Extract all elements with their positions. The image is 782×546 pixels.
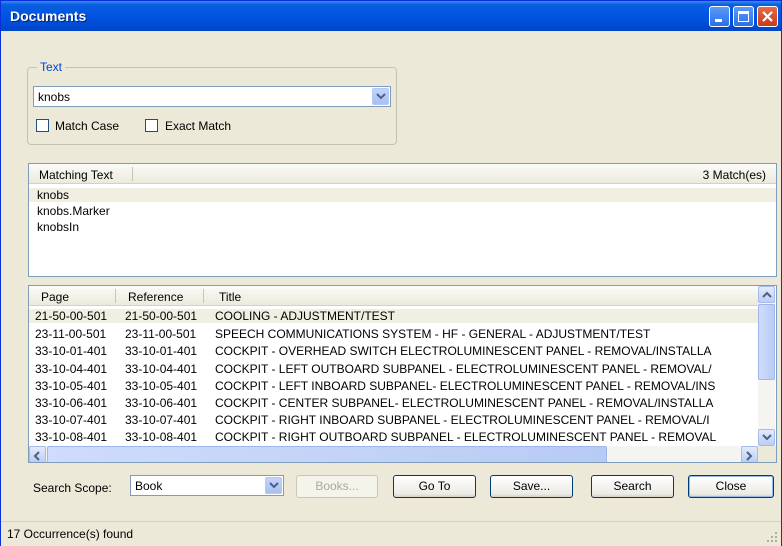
- match-case-checkbox[interactable]: [36, 119, 49, 132]
- horizontal-scroll-thumb[interactable]: [47, 446, 607, 462]
- maximize-icon: [738, 11, 749, 22]
- column-separator: [203, 289, 204, 303]
- search-scope-select[interactable]: Book: [130, 475, 284, 496]
- go-to-button[interactable]: Go To: [393, 475, 476, 498]
- window-title: Documents: [10, 8, 87, 24]
- resize-grip-icon[interactable]: [766, 531, 778, 543]
- save-button[interactable]: Save...: [490, 475, 573, 498]
- selected-row-highlight: [29, 188, 776, 202]
- minimize-button[interactable]: [709, 6, 730, 27]
- maximize-button[interactable]: [733, 6, 754, 27]
- chevron-down-icon: [762, 434, 772, 441]
- cell-title: COCKPIT - CENTER SUBPANEL- ELECTROLUMINE…: [215, 396, 714, 410]
- search-scope-label: Search Scope:: [33, 481, 112, 495]
- chevron-down-icon: [269, 482, 279, 489]
- cell-page: 33-10-06-401: [35, 396, 108, 410]
- cell-title: SPEECH COMMUNICATIONS SYSTEM - HF - GENE…: [215, 327, 651, 341]
- title-bar[interactable]: Documents: [1, 1, 781, 31]
- cell-page: 33-10-05-401: [35, 379, 108, 393]
- cell-page: 33-10-08-401: [35, 430, 108, 444]
- close-window-button[interactable]: [757, 6, 778, 27]
- cell-reference: 33-10-08-401: [125, 430, 198, 444]
- close-icon: [762, 11, 773, 22]
- vertical-scroll-thumb[interactable]: [758, 304, 775, 380]
- cell-reference: 33-10-04-401: [125, 362, 198, 376]
- column-separator: [132, 167, 133, 181]
- cell-title: COCKPIT - OVERHEAD SWITCH ELECTROLUMINES…: [215, 344, 712, 358]
- cell-page: 33-10-01-401: [35, 344, 108, 358]
- cell-title: COCKPIT - RIGHT INBOARD SUBPANEL - ELECT…: [215, 413, 710, 427]
- search-text-dropdown-button[interactable]: [372, 88, 389, 105]
- cell-reference: 21-50-00-501: [125, 309, 198, 323]
- cell-title: COOLING - ADJUSTMENT/TEST: [215, 309, 396, 323]
- horizontal-scrollbar[interactable]: [29, 446, 758, 462]
- cell-reference: 23-11-00-501: [125, 327, 197, 341]
- status-text: 17 Occurrence(s) found: [7, 527, 134, 541]
- scrollbar-corner: [758, 446, 776, 462]
- chevron-left-icon: [33, 451, 40, 461]
- books-button[interactable]: Books...: [296, 475, 378, 498]
- cell-title: COCKPIT - RIGHT OUTBOARD SUBPANEL - ELEC…: [215, 430, 717, 444]
- exact-match-label: Exact Match: [165, 119, 232, 133]
- chevron-up-icon: [762, 291, 772, 298]
- list-item[interactable]: knobsIn: [37, 221, 79, 233]
- matching-text-header: Matching Text 3 Match(es): [29, 164, 776, 184]
- close-button[interactable]: Close: [688, 475, 774, 498]
- match-count: 3 Match(es): [702, 168, 766, 182]
- list-item[interactable]: knobs.Marker: [37, 205, 110, 217]
- scroll-right-button[interactable]: [741, 446, 758, 462]
- cell-reference: 33-10-05-401: [125, 379, 198, 393]
- column-header-title[interactable]: Title: [219, 290, 241, 304]
- search-text-value: knobs: [38, 90, 71, 104]
- chevron-down-icon: [376, 93, 386, 100]
- cell-page: 23-11-00-501: [35, 327, 107, 341]
- scroll-left-button[interactable]: [29, 446, 46, 462]
- search-button[interactable]: Search: [591, 475, 674, 498]
- list-item[interactable]: knobs: [37, 189, 69, 201]
- scroll-up-button[interactable]: [758, 286, 775, 303]
- column-separator: [115, 289, 116, 303]
- results-table[interactable]: Page Reference Title 21-50-00-501 21-50-…: [28, 285, 777, 463]
- search-text-combo[interactable]: knobs: [33, 86, 391, 107]
- cell-reference: 33-10-06-401: [125, 396, 198, 410]
- search-scope-dropdown-button[interactable]: [265, 477, 282, 494]
- cell-title: COCKPIT - LEFT INBOARD SUBPANEL- ELECTRO…: [215, 379, 716, 393]
- search-scope-value: Book: [135, 479, 163, 493]
- cell-title: COCKPIT - LEFT OUTBOARD SUBPANEL - ELECT…: [215, 362, 712, 376]
- status-bar: 17 Occurrence(s) found: [1, 521, 781, 546]
- matching-text-list[interactable]: Matching Text 3 Match(es) knobs knobs.Ma…: [28, 163, 777, 277]
- cell-page: 33-10-04-401: [35, 362, 108, 376]
- column-header-page[interactable]: Page: [41, 290, 69, 304]
- match-case-label: Match Case: [55, 119, 120, 133]
- exact-match-checkbox[interactable]: [145, 119, 158, 132]
- cell-page: 33-10-07-401: [35, 413, 108, 427]
- column-header-reference[interactable]: Reference: [128, 290, 183, 304]
- scroll-down-button[interactable]: [758, 429, 775, 446]
- text-group-label: Text: [37, 60, 66, 74]
- cell-page: 21-50-00-501: [35, 309, 108, 323]
- vertical-scrollbar[interactable]: [758, 286, 775, 446]
- cell-reference: 33-10-07-401: [125, 413, 198, 427]
- results-header: Page Reference Title: [29, 286, 758, 306]
- minimize-icon: [715, 19, 722, 22]
- chevron-right-icon: [746, 451, 753, 461]
- documents-window: Documents Text knobs Match Case Exact Ma…: [0, 0, 782, 546]
- matching-text-column[interactable]: Matching Text: [39, 168, 113, 182]
- cell-reference: 33-10-01-401: [125, 344, 198, 358]
